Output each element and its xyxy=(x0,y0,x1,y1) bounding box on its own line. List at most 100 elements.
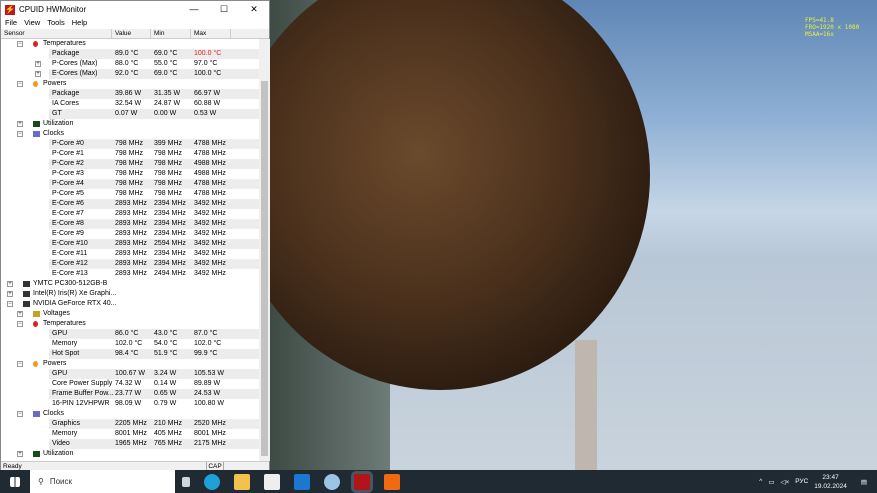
sensor-group-row[interactable]: − Powers xyxy=(1,79,259,89)
expand-icon[interactable]: + xyxy=(35,71,41,77)
sensor-group-row[interactable]: − Clocks xyxy=(1,129,259,139)
task-view-icon[interactable] xyxy=(182,476,190,487)
expand-icon[interactable]: + xyxy=(35,61,41,67)
sensor-value: 2893 MHz xyxy=(115,260,147,267)
sensor-group-row[interactable]: − NVIDIA GeForce RTX 40... xyxy=(1,299,259,309)
sensor-row[interactable]: IA Cores 32.54 W 24.87 W 60.88 W xyxy=(1,99,259,109)
menu-help[interactable]: Help xyxy=(72,18,87,29)
expand-icon[interactable]: + xyxy=(17,311,23,317)
sensor-row[interactable]: E-Core #7 2893 MHz 2394 MHz 3492 MHz xyxy=(1,209,259,219)
expand-icon[interactable]: + xyxy=(17,451,23,457)
sensor-value: 2893 MHz xyxy=(115,240,147,247)
sensor-row[interactable]: Core Power Supply 74.32 W 0.14 W 89.89 W xyxy=(1,379,259,389)
column-sensor[interactable]: Sensor xyxy=(1,29,112,38)
sensor-row[interactable]: E-Core #13 2893 MHz 2494 MHz 3492 MHz xyxy=(1,269,259,279)
hwmonitor-taskbar-icon[interactable] xyxy=(351,470,373,493)
sensor-row[interactable]: P-Core #0 798 MHz 399 MHz 4788 MHz xyxy=(1,139,259,149)
clock[interactable]: 23:47 19.02.2024 xyxy=(814,473,847,491)
sensor-row[interactable]: + E-Cores (Max) 92.0 °C 69.0 °C 100.0 °C xyxy=(1,69,259,79)
close-button[interactable]: ✕ xyxy=(239,4,269,15)
collapse-icon[interactable]: − xyxy=(17,81,23,87)
mail-icon[interactable] xyxy=(294,473,310,490)
collapse-icon[interactable]: − xyxy=(17,41,23,47)
sensor-row[interactable]: E-Core #10 2893 MHz 2594 MHz 3492 MHz xyxy=(1,239,259,249)
column-min[interactable]: Min xyxy=(151,29,191,38)
collapse-icon[interactable]: − xyxy=(17,411,23,417)
column-max[interactable]: Max xyxy=(191,29,231,38)
sensor-row[interactable]: E-Core #9 2893 MHz 2394 MHz 3492 MHz xyxy=(1,229,259,239)
sensor-row[interactable]: + P-Cores (Max) 88.0 °C 55.0 °C 97.0 °C xyxy=(1,59,259,69)
notifications-icon[interactable]: ▤ xyxy=(861,478,867,486)
sensor-group-row[interactable]: + Intel(R) Iris(R) Xe Graphi... xyxy=(1,289,259,299)
sensor-row[interactable]: P-Core #3 798 MHz 798 MHz 4988 MHz xyxy=(1,169,259,179)
edge-icon[interactable] xyxy=(204,473,220,490)
sensor-group-row[interactable]: − Powers xyxy=(1,359,259,369)
menu-view[interactable]: View xyxy=(24,18,40,29)
menu-tools[interactable]: Tools xyxy=(47,18,65,29)
sensor-group-row[interactable]: − Temperatures xyxy=(1,319,259,329)
sensor-row[interactable]: Video 1965 MHz 765 MHz 2175 MHz xyxy=(1,439,259,449)
tray-chevron-icon[interactable]: ^ xyxy=(759,478,762,485)
collapse-icon[interactable]: − xyxy=(7,301,13,307)
sensor-row[interactable]: GT 0.07 W 0.00 W 0.53 W xyxy=(1,109,259,119)
sensor-min: 51.9 °C xyxy=(154,350,178,357)
file-explorer-icon[interactable] xyxy=(234,473,250,490)
collapse-icon[interactable]: − xyxy=(17,361,23,367)
sensor-row[interactable]: GPU 100.67 W 3.24 W 105.53 W xyxy=(1,369,259,379)
sensor-group-row[interactable]: − Temperatures xyxy=(1,39,259,49)
maximize-button[interactable]: ☐ xyxy=(209,4,239,15)
minimize-button[interactable]: — xyxy=(179,4,209,15)
sensor-max: 102.0 °C xyxy=(194,340,222,347)
language-indicator[interactable]: РУС xyxy=(795,478,808,485)
column-value[interactable]: Value xyxy=(112,29,151,38)
sensor-row[interactable]: E-Core #11 2893 MHz 2394 MHz 3492 MHz xyxy=(1,249,259,259)
sensor-value: 102.0 °C xyxy=(115,340,143,347)
sensor-name: E-Core #12 xyxy=(52,260,88,267)
sensor-max: 8001 MHz xyxy=(194,430,226,437)
expand-icon[interactable]: + xyxy=(17,121,23,127)
store-icon[interactable] xyxy=(264,473,280,490)
collapse-icon[interactable]: − xyxy=(17,131,23,137)
start-windows-icon[interactable] xyxy=(10,476,20,487)
sensor-row[interactable]: P-Core #2 798 MHz 798 MHz 4988 MHz xyxy=(1,159,259,169)
sensor-group-row[interactable]: + YMTC PC300-512GB-B xyxy=(1,279,259,289)
sensor-row[interactable]: P-Core #5 798 MHz 798 MHz 4788 MHz xyxy=(1,189,259,199)
sensor-row[interactable]: P-Core #1 798 MHz 798 MHz 4788 MHz xyxy=(1,149,259,159)
sensor-max: 0.53 W xyxy=(194,110,217,117)
sensor-group-row[interactable]: + Voltages xyxy=(1,309,259,319)
search-box[interactable]: ⚲ Поиск xyxy=(30,470,175,493)
sensor-row[interactable]: 16-PIN 12VHPWR 98.09 W 0.79 W 100.80 W xyxy=(1,399,259,409)
collapse-icon[interactable]: − xyxy=(17,321,23,327)
scrollbar-thumb[interactable] xyxy=(261,81,268,456)
volume-icon[interactable]: ◁× xyxy=(780,478,789,486)
sensor-tree: − Temperatures Package 89.0 °C 69.0 °C 100.0 … xyxy=(1,39,259,461)
menu-file[interactable]: File xyxy=(5,18,17,29)
sensor-row[interactable]: E-Core #8 2893 MHz 2394 MHz 3492 MHz xyxy=(1,219,259,229)
sensor-row[interactable]: Memory 8001 MHz 405 MHz 8001 MHz xyxy=(1,429,259,439)
expand-icon[interactable]: + xyxy=(7,281,13,287)
sensor-row[interactable]: E-Core #12 2893 MHz 2394 MHz 3492 MHz xyxy=(1,259,259,269)
vertical-scrollbar[interactable] xyxy=(259,39,270,461)
sensor-max: 3492 MHz xyxy=(194,230,226,237)
sensor-row[interactable]: Package 39.86 W 31.35 W 66.97 W xyxy=(1,89,259,99)
sensor-name: Memory xyxy=(52,340,78,347)
sensor-row[interactable]: P-Core #4 798 MHz 798 MHz 4788 MHz xyxy=(1,179,259,189)
sensor-name: GPU xyxy=(52,330,68,337)
group-name: Voltages xyxy=(43,310,70,317)
expand-icon[interactable]: + xyxy=(7,291,13,297)
sensor-row[interactable]: Memory 102.0 °C 54.0 °C 102.0 °C xyxy=(1,339,259,349)
sensor-row[interactable]: E-Core #6 2893 MHz 2394 MHz 3492 MHz xyxy=(1,199,259,209)
sensor-max: 3492 MHz xyxy=(194,250,226,257)
sensor-row[interactable]: Graphics 2205 MHz 210 MHz 2520 MHz xyxy=(1,419,259,429)
sensor-row[interactable]: GPU 86.0 °C 43.0 °C 87.0 °C xyxy=(1,329,259,339)
sensor-group-row[interactable]: + Utilization xyxy=(1,119,259,129)
sensor-group-row[interactable]: − Clocks xyxy=(1,409,259,419)
paint-icon[interactable] xyxy=(324,473,340,490)
network-icon[interactable]: ▭ xyxy=(768,478,774,486)
sensor-row[interactable]: Frame Buffer Pow... 23.77 W 0.65 W 24.53 W xyxy=(1,389,259,399)
sensor-group-row[interactable]: + Utilization xyxy=(1,449,259,459)
sensor-row[interactable]: Hot Spot 98.4 °C 51.9 °C 99.9 °C xyxy=(1,349,259,359)
furmark-taskbar-icon[interactable] xyxy=(384,473,400,490)
title-bar[interactable]: ⚡ CPUID HWMonitor — ☐ ✕ xyxy=(1,1,269,18)
sensor-row[interactable]: Package 89.0 °C 69.0 °C 100.0 °C xyxy=(1,49,259,59)
